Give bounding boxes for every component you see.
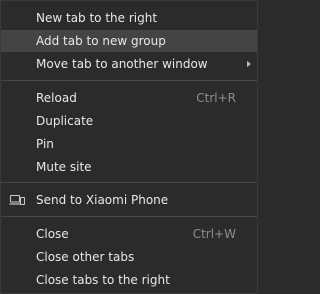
menu-item-close-tabs-right[interactable]: Close tabs to the right — [1, 269, 257, 291]
menu-item-label: Close other tabs — [36, 250, 135, 264]
menu-item-label: Duplicate — [36, 114, 94, 128]
menu-item-label: Close tabs to the right — [36, 273, 170, 287]
menu-item-close-other-tabs[interactable]: Close other tabs — [1, 246, 257, 268]
submenu-arrow-icon — [247, 61, 251, 67]
menu-item-label: New tab to the right — [36, 11, 158, 25]
menu-item-move-to-another-window[interactable]: Move tab to another window — [1, 53, 257, 75]
menu-separator — [1, 182, 257, 183]
menu-item-label: Add tab to new group — [36, 34, 166, 48]
menu-item-duplicate[interactable]: Duplicate — [1, 110, 257, 132]
menu-item-pin[interactable]: Pin — [1, 133, 257, 155]
menu-item-send-to-device[interactable]: Send to Xiaomi Phone — [1, 189, 257, 211]
menu-item-label: Close — [36, 227, 69, 241]
menu-item-label: Reload — [36, 91, 77, 105]
menu-item-label: Move tab to another window — [36, 57, 208, 71]
menu-item-mute-site[interactable]: Mute site — [1, 156, 257, 178]
menu-item-add-to-new-group[interactable]: Add tab to new group — [1, 30, 257, 52]
menu-item-label: Send to Xiaomi Phone — [36, 193, 169, 207]
tab-context-menu: New tab to the right Add tab to new grou… — [0, 0, 258, 294]
menu-item-shortcut: Ctrl+R — [196, 91, 236, 105]
menu-separator — [1, 216, 257, 217]
laptop-phone-icon — [9, 194, 25, 206]
menu-item-reload[interactable]: Reload Ctrl+R — [1, 87, 257, 109]
menu-item-shortcut: Ctrl+W — [192, 227, 236, 241]
menu-item-label: Mute site — [36, 160, 92, 174]
menu-item-close[interactable]: Close Ctrl+W — [1, 223, 257, 245]
menu-separator — [1, 80, 257, 81]
menu-item-label: Pin — [36, 137, 54, 151]
menu-item-new-tab-right[interactable]: New tab to the right — [1, 7, 257, 29]
